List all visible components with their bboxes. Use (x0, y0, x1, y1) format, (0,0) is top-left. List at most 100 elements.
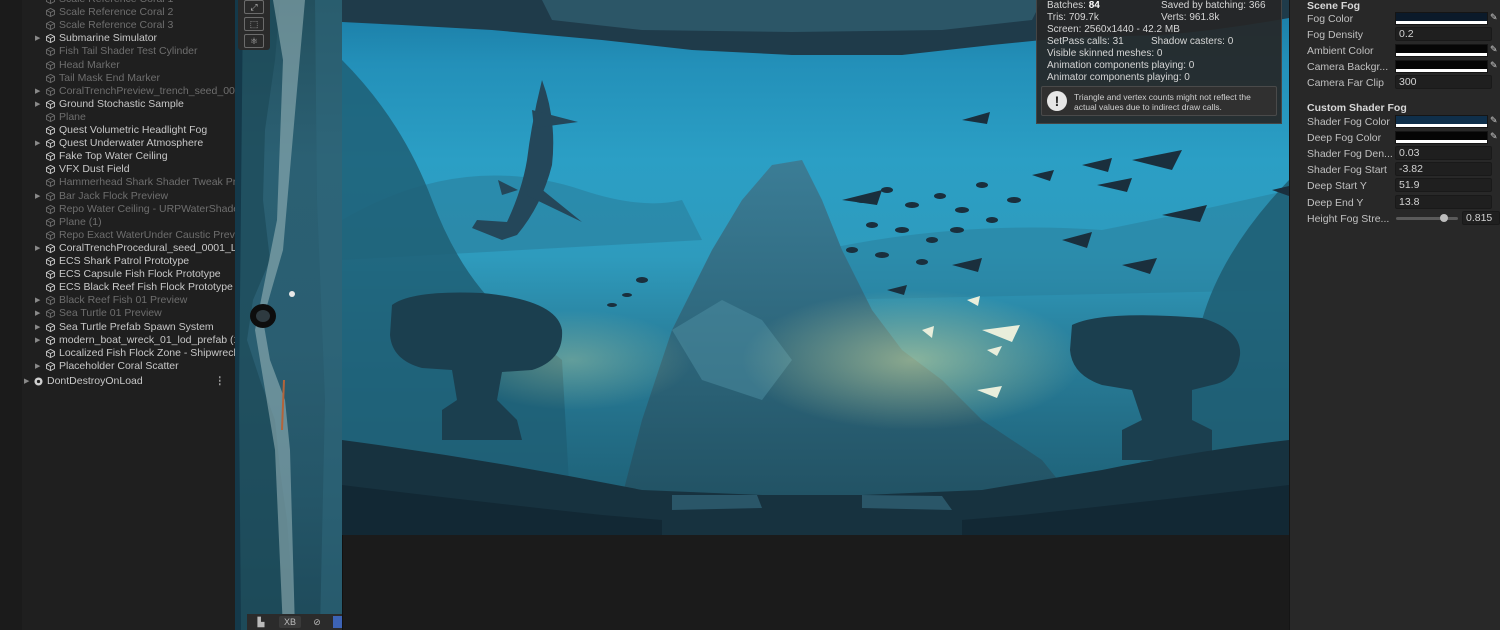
hierarchy-item[interactable]: Plane (0, 111, 235, 124)
eyedropper-icon[interactable]: ✎ (1490, 12, 1499, 23)
eyedropper-icon[interactable]: ✎ (1490, 60, 1499, 71)
hierarchy-item-label: Fish Tail Shader Test Cylinder (59, 45, 198, 58)
compass-icon[interactable]: ⊘ (309, 616, 325, 628)
gameobject-icon (46, 47, 55, 57)
camera-far-clip-field[interactable]: 300 (1395, 75, 1492, 89)
expand-arrow-icon[interactable]: ▶ (35, 360, 43, 373)
height-fog-strength-field[interactable]: 0.815 (1462, 211, 1500, 225)
deep-start-y-field[interactable]: 51.9 (1395, 178, 1492, 192)
hierarchy-item[interactable]: Scale Reference Coral 2 (0, 6, 235, 19)
eyedropper-icon[interactable]: ✎ (1490, 44, 1499, 55)
hierarchy-item[interactable]: ▶ Sea Turtle Prefab Spawn System (0, 321, 235, 334)
warning-icon: ! (1047, 91, 1067, 111)
hierarchy-item-label: Repo Exact WaterUnder Caustic Preview (59, 228, 235, 241)
hierarchy-item[interactable]: ECS Black Reef Fish Flock Prototype (0, 281, 235, 294)
verts-stat: Verts: 961.8k (1161, 12, 1220, 23)
shader-fog-color-field[interactable] (1395, 115, 1488, 128)
ambient-color-field[interactable] (1395, 44, 1488, 57)
hierarchy-item[interactable]: ▶ Quest Underwater Atmosphere (0, 137, 235, 150)
hierarchy-item-label: ECS Shark Patrol Prototype (59, 255, 190, 267)
camera-background-field[interactable] (1395, 60, 1488, 73)
overflow-button[interactable] (333, 616, 342, 628)
expand-arrow-icon[interactable]: ▶ (35, 98, 43, 111)
saved-by-batching-stat: Saved by batching: 366 (1161, 0, 1266, 11)
expand-arrow-icon[interactable]: ▶ (35, 307, 43, 320)
hierarchy-item-label: Plane (59, 110, 86, 123)
hierarchy-item[interactable]: ▶ Ground Stochastic Sample (0, 98, 235, 111)
expand-arrow-icon[interactable]: ▶ (35, 137, 43, 150)
hierarchy-item[interactable]: Hammerhead Shark Shader Tweak Preview (0, 176, 235, 189)
expand-arrow-icon[interactable]: ▶ (35, 294, 43, 307)
hierarchy-item[interactable]: ▶ Bar Jack Flock Preview (0, 190, 235, 203)
unity-scene-icon (34, 377, 43, 386)
rect-tool-icon[interactable]: ⬚ (244, 17, 264, 31)
fog-density-field[interactable]: 0.2 (1395, 27, 1492, 41)
hierarchy-item[interactable]: ▶ Submarine Simulator (0, 32, 235, 45)
hierarchy-item-label: Head Marker (59, 58, 120, 71)
shader-fog-start-field[interactable]: -3.82 (1395, 162, 1492, 176)
expand-arrow-icon[interactable]: ▶ (35, 85, 43, 98)
expand-arrow-icon[interactable]: ▶ (35, 190, 43, 203)
hierarchy-item-label: CoralTrenchProcedural_seed_0001_LOD (59, 241, 235, 254)
hierarchy-item[interactable]: Repo Exact WaterUnder Caustic Preview (0, 229, 235, 242)
hierarchy-item[interactable]: ▶ Sea Turtle 01 Preview (0, 307, 235, 320)
hierarchy-item[interactable]: ▶ Placeholder Coral Scatter (0, 360, 235, 373)
hierarchy-item[interactable]: ▶ CoralTrenchProcedural_seed_0001_LOD (0, 242, 235, 255)
fog-density-label: Fog Density (1307, 29, 1364, 41)
fog-color-field[interactable] (1395, 12, 1488, 25)
expand-arrow-icon[interactable]: ▶ (35, 334, 43, 347)
screen-stat: Screen: 2560x1440 - 42.2 MB (1047, 24, 1180, 35)
xr-button[interactable]: XB (279, 616, 301, 628)
eyedropper-icon[interactable]: ✎ (1490, 131, 1499, 142)
hierarchy-item[interactable]: Scale Reference Coral 3 (0, 19, 235, 32)
gameobject-icon (46, 204, 55, 214)
eyedropper-icon[interactable]: ✎ (1490, 115, 1499, 126)
expand-arrow-icon[interactable]: ▶ (24, 375, 32, 388)
batches-stat: Batches: 84 (1047, 0, 1100, 12)
hierarchy-item[interactable]: ▶ CoralTrenchPreview_trench_seed_0001 (0, 85, 235, 98)
hierarchy-item[interactable]: ▶ modern_boat_wreck_01_lod_prefab (1) (0, 334, 235, 347)
expand-arrow-icon[interactable]: ▶ (35, 321, 43, 334)
scene-view-strip[interactable]: ⤢ ⬚ ⚛ ▙ XB ⊘ (235, 0, 342, 630)
hierarchy-item[interactable]: ECS Shark Patrol Prototype (0, 255, 235, 268)
scene-bottom-toolbar: ▙ XB ⊘ (247, 614, 342, 630)
expand-arrow-icon[interactable]: ▶ (35, 32, 43, 45)
scale-tool-icon[interactable]: ⤢ (244, 0, 264, 14)
scene-fog-header: Scene Fog (1307, 0, 1361, 12)
batches-label: Batches: (1047, 0, 1086, 11)
hierarchy-item[interactable]: Scale Reference Coral 1 (0, 0, 235, 6)
hierarchy-item-label: Localized Fish Flock Zone - Shipwreck (59, 346, 235, 359)
deep-end-y-field[interactable]: 13.8 (1395, 195, 1492, 209)
gameobject-icon (46, 21, 55, 31)
hierarchy-item[interactable]: Plane (1) (0, 216, 235, 229)
hierarchy-item[interactable]: Tail Mask End Marker (0, 72, 235, 85)
hierarchy-item[interactable]: Head Marker (0, 59, 235, 72)
hierarchy-item-label: Tail Mask End Marker (59, 71, 160, 84)
slider-thumb[interactable] (1440, 214, 1448, 222)
hierarchy-item[interactable]: Localized Fish Flock Zone - Shipwreck (0, 347, 235, 360)
building-icon[interactable]: ▙ (253, 616, 269, 628)
gameobject-icon (46, 322, 55, 332)
shader-fog-color-label: Shader Fog Color (1307, 116, 1390, 128)
expand-arrow-icon[interactable]: ▶ (35, 242, 43, 255)
gameobject-icon (46, 230, 55, 240)
hierarchy-item[interactable]: VFX Dust Field (0, 163, 235, 176)
shader-fog-density-field[interactable]: 0.03 (1395, 146, 1492, 160)
hierarchy-item-label: Fake Top Water Ceiling (59, 150, 168, 163)
hierarchy-item-label: Placeholder Coral Scatter (59, 359, 179, 372)
transform-tool-icon[interactable]: ⚛ (244, 34, 264, 48)
deep-fog-color-field[interactable] (1395, 131, 1488, 144)
hierarchy-item-dontdestroyonload[interactable]: ▶ DontDestroyOnLoad ⋮ (0, 375, 235, 388)
batches-value: 84 (1088, 0, 1100, 11)
hierarchy-item[interactable]: Quest Volumetric Headlight Fog (0, 124, 235, 137)
hierarchy-item[interactable]: Repo Water Ceiling - URPWaterShader (0, 203, 235, 216)
gameobject-icon (46, 73, 55, 83)
hierarchy-item[interactable]: ▶ Black Reef Fish 01 Preview (0, 294, 235, 307)
hierarchy-item[interactable]: ECS Capsule Fish Flock Prototype (0, 268, 235, 281)
hierarchy-item-label: Black Reef Fish 01 Preview (59, 294, 188, 307)
height-fog-strength-slider[interactable] (1396, 217, 1458, 220)
more-options-icon[interactable]: ⋮ (215, 375, 226, 388)
hierarchy-item-label: Plane (1) (59, 215, 102, 228)
hierarchy-item[interactable]: Fake Top Water Ceiling (0, 150, 235, 163)
hierarchy-item[interactable]: Fish Tail Shader Test Cylinder (0, 45, 235, 58)
